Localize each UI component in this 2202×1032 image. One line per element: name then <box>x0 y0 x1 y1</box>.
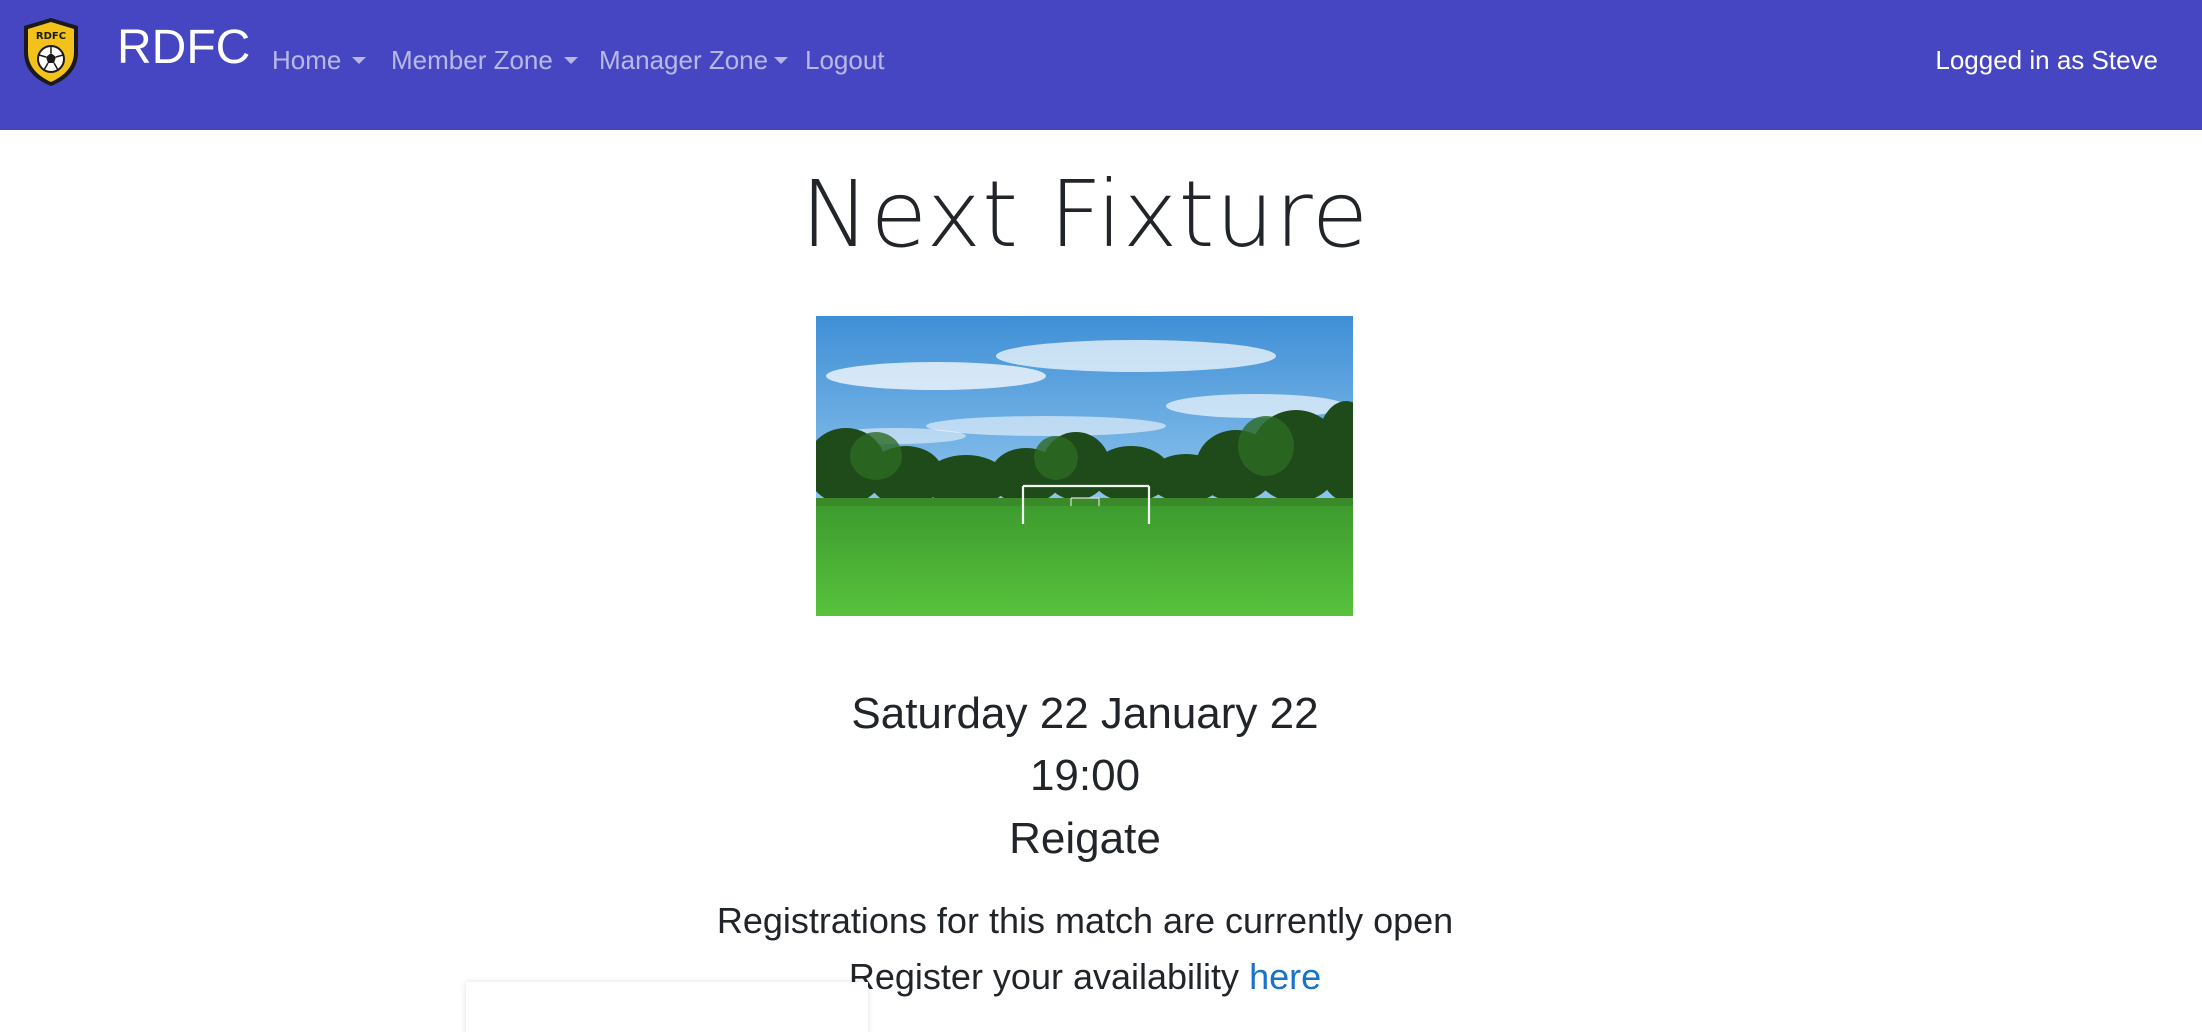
registration-status: Registrations for this match are current… <box>716 900 1454 941</box>
fixture-time: 19:00 <box>1029 751 1141 800</box>
nav-home-label: Home <box>272 45 342 75</box>
logged-in-user-status: Logged in as Steve <box>1935 45 2158 75</box>
nav-manager-zone-label: Manager Zone <box>599 45 769 75</box>
top-navbar: RDFC RDFC Home Member Zone Manager Zone … <box>0 0 2202 130</box>
nav-manager-zone-dropdown[interactable]: Manager Zone <box>599 40 789 80</box>
page-title: Next Fixture <box>0 160 2170 270</box>
nav-home-dropdown[interactable]: Home <box>272 40 367 80</box>
nav-member-zone-label: Member Zone <box>391 45 553 75</box>
floating-panel <box>466 982 868 1032</box>
crest-lettering: RDFC <box>36 31 66 42</box>
nav-logout-label: Logout <box>805 45 885 75</box>
fixture-date: Saturday 22 January 22 <box>851 689 1319 738</box>
club-crest-logo[interactable]: RDFC <box>20 16 82 88</box>
football-pitch-image <box>816 316 1353 616</box>
brand-name[interactable]: RDFC <box>117 18 250 78</box>
fixture-venue: Reigate <box>1009 814 1161 863</box>
chevron-down-icon <box>352 57 367 64</box>
nav-logout-link[interactable]: Logout <box>805 40 885 80</box>
nav-member-zone-dropdown[interactable]: Member Zone <box>391 40 578 80</box>
registration-prompt: Register your availability <box>848 956 1240 997</box>
chevron-down-icon <box>563 57 578 64</box>
page-title-text: Next Fixture <box>800 161 1370 268</box>
registration-prompt-line: Register your availability here <box>0 952 2170 1002</box>
chevron-down-icon <box>774 57 789 64</box>
page: RDFC RDFC Home Member Zone Manager Zone … <box>0 0 2202 1032</box>
register-here-link[interactable]: here <box>1249 956 1321 997</box>
